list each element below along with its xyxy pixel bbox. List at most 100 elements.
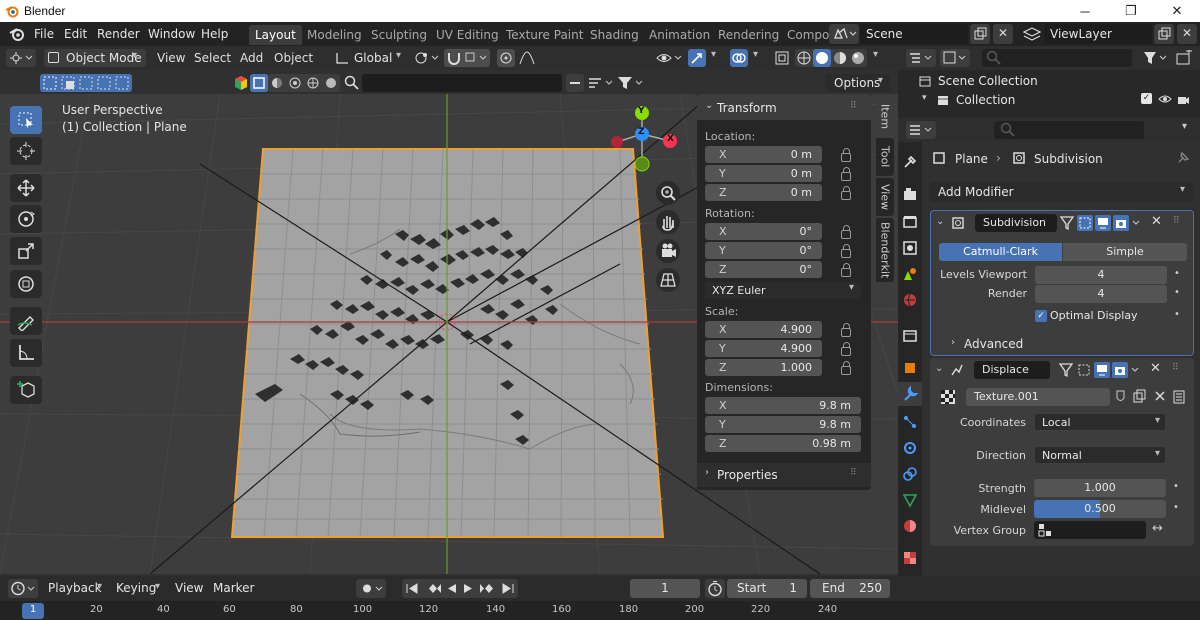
pan-button[interactable] <box>656 210 680 234</box>
menu-marker[interactable]: Marker <box>213 581 254 595</box>
scale-z-field[interactable]: Z 1.000 <box>705 359 822 376</box>
annotate-tool[interactable] <box>10 307 42 335</box>
drag-handle-icon[interactable]: ⠿ <box>850 101 857 111</box>
maximize-button[interactable]: ❐ <box>1108 0 1154 22</box>
filter-funnel-icon[interactable] <box>1142 50 1170 66</box>
play-icon[interactable] <box>464 584 472 593</box>
asset-search-input[interactable] <box>362 74 562 92</box>
chevron-down-icon[interactable]: ▾ <box>97 581 102 592</box>
menu-keying[interactable]: Keying <box>116 581 156 595</box>
snap-toggle[interactable] <box>444 49 490 67</box>
tab-tool[interactable]: Tool <box>876 138 894 176</box>
tool-tab-icon[interactable] <box>902 154 918 170</box>
sort-dropdown[interactable] <box>586 74 616 92</box>
play-reverse-icon[interactable] <box>448 584 456 593</box>
visibility-dropdown[interactable] <box>655 49 685 67</box>
start-frame-field[interactable]: Start 1 <box>727 579 807 598</box>
blender-menu-icon[interactable] <box>8 26 26 42</box>
perspective-toggle-button[interactable] <box>656 268 680 292</box>
data-tab-icon[interactable] <box>902 492 918 508</box>
options-dropdown[interactable]: Options ▾ <box>826 74 890 92</box>
constraints-tab-icon[interactable] <box>902 466 918 482</box>
select-mode-group[interactable] <box>40 74 132 92</box>
playhead-marker[interactable]: 1 <box>22 603 44 619</box>
collection-tab-icon[interactable] <box>902 328 918 344</box>
tab-texture-paint[interactable]: Texture Paint <box>500 25 589 45</box>
modifier-visibility-toggles[interactable] <box>1059 214 1143 232</box>
add-modifier-dropdown[interactable]: Add Modifier ▾ <box>930 182 1194 202</box>
minimize-button[interactable]: ─ <box>1062 0 1108 22</box>
tab-item[interactable]: Item <box>876 98 894 136</box>
location-z-field[interactable]: Z0 m <box>705 184 822 201</box>
output-tab-icon[interactable] <box>902 214 918 230</box>
transform-tool[interactable] <box>10 270 42 298</box>
menu-render[interactable]: Render <box>97 27 140 41</box>
move-tool[interactable] <box>10 174 42 202</box>
rotation-y-field[interactable]: Y 0° <box>705 242 822 259</box>
menu-add[interactable]: Add <box>240 51 263 65</box>
lock-icon[interactable] <box>841 361 851 375</box>
tab-uv-editing[interactable]: UV Editing <box>430 25 505 45</box>
dimensions-x-field[interactable]: X 9.8 m <box>705 397 861 414</box>
new-collection-icon[interactable] <box>1174 50 1194 66</box>
close-window-button[interactable]: ✕ <box>1154 0 1200 22</box>
tab-view[interactable]: View <box>876 178 894 216</box>
keyframe-dot-icon[interactable]: • <box>1174 287 1180 298</box>
tab-shading[interactable]: Shading <box>584 25 645 45</box>
playback-controls[interactable] <box>402 579 518 598</box>
menu-window[interactable]: Window <box>148 27 195 41</box>
world-tab-icon[interactable] <box>902 292 918 308</box>
optimal-display-checkbox[interactable]: ✓ <box>1035 310 1047 322</box>
chevron-down-icon[interactable]: ▾ <box>922 93 927 103</box>
drag-handle-icon[interactable]: ⠿ <box>1172 363 1179 373</box>
direction-dropdown[interactable]: Normal ▾ <box>1034 446 1166 464</box>
menu-timeline-view[interactable]: View <box>175 581 203 595</box>
asset-type-group[interactable] <box>250 74 340 92</box>
tab-blenderkit[interactable]: Blenderkit <box>876 218 894 282</box>
object-tab-icon[interactable] <box>902 360 918 376</box>
location-x-field[interactable]: X0 m <box>705 146 822 163</box>
pin-icon[interactable] <box>1176 151 1190 165</box>
tab-animation[interactable]: Animation <box>643 25 716 45</box>
texture-tab-icon[interactable] <box>902 550 918 566</box>
outliner-scene-collection[interactable]: Scene Collection <box>938 74 1038 88</box>
render-tab-icon[interactable] <box>902 186 918 202</box>
rendered-shading-icon[interactable] <box>852 52 864 64</box>
display-mode-button[interactable] <box>940 49 970 67</box>
jump-start-icon[interactable] <box>406 583 418 594</box>
chevron-down-icon[interactable]: ▾ <box>753 49 758 60</box>
view-layer-field[interactable]: ViewLayer <box>1044 24 1152 44</box>
select-box-tool[interactable] <box>10 106 42 134</box>
chevron-down-icon[interactable]: ⌄ <box>936 216 944 227</box>
keyframe-dot-icon[interactable]: • <box>1173 502 1179 513</box>
scale-y-field[interactable]: Y 4.900 <box>705 340 822 357</box>
modifier-tab[interactable] <box>898 382 922 406</box>
add-cube-tool[interactable] <box>10 376 42 404</box>
outliner-collection[interactable]: Collection <box>956 93 1015 107</box>
drag-handle-icon[interactable]: ⠿ <box>850 468 857 478</box>
render-levels-field[interactable]: 4 <box>1035 285 1167 303</box>
view-layer-tab-icon[interactable] <box>902 240 918 256</box>
rotation-x-field[interactable]: X 0° <box>705 223 822 240</box>
blenderkit-icon[interactable] <box>232 74 250 92</box>
physics-tab-icon[interactable] <box>902 440 918 456</box>
gizmo-toggle[interactable] <box>688 49 706 67</box>
outliner-editor-type-button[interactable] <box>906 49 936 67</box>
chevron-down-icon[interactable]: ▾ <box>873 49 878 60</box>
proportional-edit-toggle[interactable] <box>497 49 515 67</box>
lock-icon[interactable] <box>841 225 851 239</box>
current-frame-field[interactable]: 1 <box>630 579 700 598</box>
remove-modifier-icon[interactable]: ✕ <box>1151 214 1162 229</box>
mode-dropdown[interactable]: Object Mode ▾ <box>44 49 146 67</box>
next-keyframe-icon[interactable] <box>480 584 493 593</box>
transform-panel-header[interactable]: ⌄ Transform ⠿ <box>697 94 871 120</box>
transform-orientation-dropdown[interactable]: Global ▾ <box>330 49 406 67</box>
chevron-down-icon[interactable]: ▾ <box>1182 121 1187 132</box>
tab-compositing[interactable]: Compo <box>781 25 835 45</box>
chevron-down-icon[interactable]: ▾ <box>711 49 716 60</box>
rotate-tool[interactable] <box>10 205 42 233</box>
simple-button[interactable]: Simple <box>1063 243 1187 261</box>
checker-texture-icon[interactable] <box>940 389 956 405</box>
rotation-z-field[interactable]: Z 0° <box>705 261 822 278</box>
camera-icon[interactable] <box>1176 92 1190 106</box>
